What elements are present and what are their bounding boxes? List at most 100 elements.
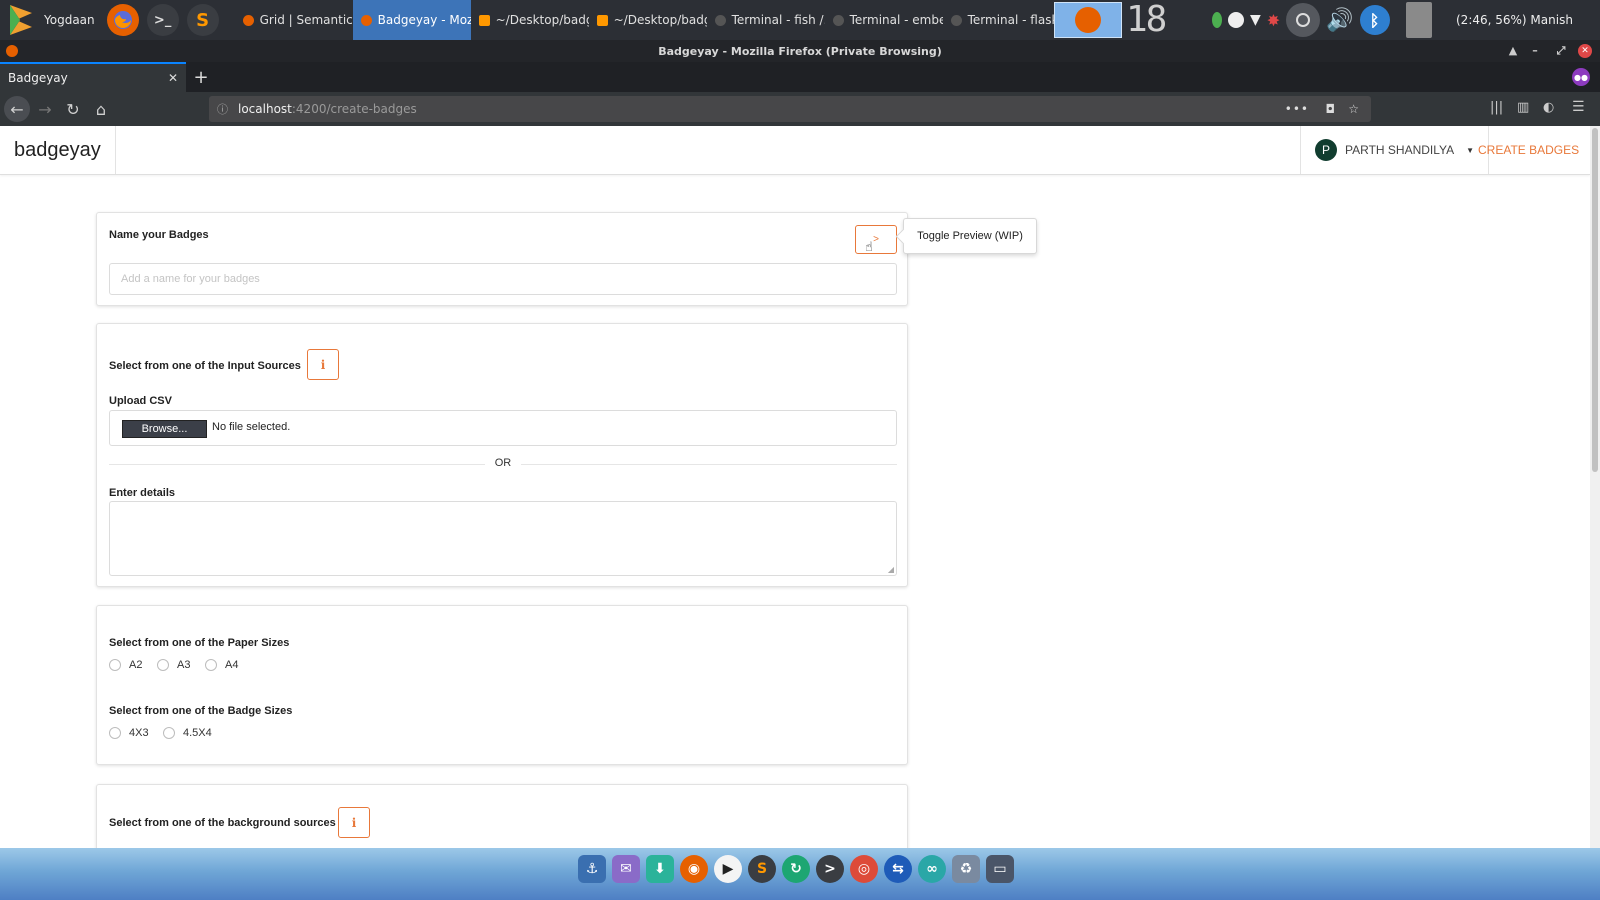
tab-close-icon[interactable]: ✕ (168, 71, 178, 85)
radio-circle[interactable] (163, 727, 175, 739)
launcher[interactable]: Yogdaan (0, 0, 101, 40)
system-top-panel: Yogdaan >_ S Grid | Semantic ... Badgeya… (0, 0, 1600, 67)
terminal-launcher-icon[interactable]: >_ (146, 4, 179, 36)
window-maximize-icon[interactable]: ⤢ (1554, 44, 1568, 58)
task-label: Grid | Semantic ... (259, 13, 353, 27)
pocket-icon[interactable]: ◘ (1326, 102, 1336, 116)
sync-app-icon[interactable]: ↻ (782, 855, 810, 883)
badge-name-input[interactable]: Add a name for your badges (109, 263, 897, 295)
background-sources-card: Select from one of the background source… (96, 784, 908, 848)
record-icon[interactable] (1286, 3, 1321, 37)
extension-icon[interactable]: ◐ (1543, 100, 1554, 115)
radio-circle[interactable] (109, 727, 121, 739)
toggle-preview-button[interactable]: > (855, 225, 897, 254)
battery-icon[interactable] (1405, 2, 1432, 38)
chrome-remote-icon[interactable] (1228, 12, 1244, 28)
library-icon[interactable]: ||| (1490, 100, 1503, 115)
brand-logo[interactable]: badgeyay (0, 126, 116, 174)
clock-widget: 18 (1126, 0, 1167, 40)
terminal-dock-icon[interactable]: > (816, 855, 844, 883)
workspace-preview[interactable] (1054, 2, 1122, 38)
terminal-icon (950, 14, 962, 26)
background-sources-info-button[interactable]: i (338, 807, 370, 838)
url-bar[interactable]: ⓘ localhost :4200/create-badges ••• ◘ ☆ (209, 96, 1371, 122)
details-textarea[interactable]: ◢ (109, 501, 897, 576)
window-close-icon[interactable]: ✕ (1578, 44, 1592, 58)
window-minimize-icon[interactable]: – (1528, 44, 1542, 58)
sublime-icon (596, 14, 608, 26)
radio-paper-a4[interactable]: A4 (205, 659, 238, 671)
launcher-logo-icon (10, 5, 32, 35)
bluetooth-small-icon[interactable] (1212, 12, 1222, 28)
tab-title: Badgeyay (8, 71, 68, 85)
firefox-icon (242, 14, 254, 26)
wifi-icon[interactable]: ▼ (1250, 12, 1261, 28)
window-titlebar: Badgeyay - Mozilla Firefox (Private Brow… (0, 40, 1600, 62)
arduino-app-icon[interactable]: ∞ (918, 855, 946, 883)
scrollbar-thumb[interactable] (1592, 128, 1598, 472)
task-terminal-flask[interactable]: Terminal - flask ... (943, 0, 1061, 40)
firefox-launcher-icon[interactable] (106, 4, 139, 36)
trash-icon[interactable]: ♻ (952, 855, 980, 883)
task-grid-semantic[interactable]: Grid | Semantic ... (235, 0, 353, 40)
radio-badge-4x3[interactable]: 4X3 (109, 727, 149, 739)
browse-button[interactable]: Browse... (122, 420, 207, 438)
mouse-cursor-icon: ☝ (865, 240, 873, 255)
radio-paper-a2[interactable]: A2 (109, 659, 142, 671)
task-sublime-1[interactable]: ~/Desktop/badg... (471, 0, 589, 40)
enter-details-label: Enter details (109, 487, 176, 499)
menu-icon[interactable]: ☰ (1572, 99, 1585, 115)
desktop-app-icon[interactable]: ▭ (986, 855, 1014, 883)
media-player-icon[interactable]: ▶ (714, 855, 742, 883)
chrome-dock-icon[interactable]: ◎ (850, 855, 878, 883)
mail-app-icon[interactable]: ✉ (612, 855, 640, 883)
task-label: ~/Desktop/badg... (613, 13, 707, 27)
task-terminal-fish[interactable]: Terminal - fish /... (707, 0, 825, 40)
volume-icon[interactable]: 🔊 (1326, 8, 1353, 33)
user-menu[interactable]: P PARTH SHANDILYA ▼ (1300, 126, 1490, 174)
info-icon: i (320, 357, 326, 372)
bookmark-star-icon[interactable]: ☆ (1348, 102, 1359, 116)
site-info-icon[interactable]: ⓘ (217, 101, 228, 117)
forward-icon[interactable]: → (32, 96, 58, 122)
or-text: OR (485, 457, 521, 469)
create-badges-link[interactable]: CREATE BADGES (1478, 126, 1579, 174)
firefox-icon (1075, 7, 1101, 33)
task-sublime-2[interactable]: ~/Desktop/badg... (589, 0, 707, 40)
new-tab-icon[interactable]: + (186, 62, 216, 92)
avatar: P (1315, 139, 1337, 161)
firefox-icon (360, 14, 372, 26)
back-icon[interactable]: ← (4, 96, 30, 122)
browser-tabstrip: Badgeyay ✕ + ●● (0, 62, 1600, 92)
radio-badge-4-5x4[interactable]: 4.5X4 (163, 727, 212, 739)
bluetooth-icon[interactable]: ᛒ (1359, 5, 1390, 35)
input-sources-info-button[interactable]: i (307, 349, 339, 380)
task-label: Terminal - fish /... (731, 13, 825, 27)
sublime-dock-icon[interactable]: S (748, 855, 776, 883)
radio-circle[interactable] (205, 659, 217, 671)
anchor-app-icon[interactable]: ⚓ (578, 855, 606, 883)
notification-icon[interactable]: ✸ (1267, 11, 1280, 30)
vpn-app-icon[interactable]: ⇆ (884, 855, 912, 883)
task-badgeyay-firefox[interactable]: Badgeyay - Mozi... (352, 0, 471, 40)
radio-paper-a3[interactable]: A3 (157, 659, 190, 671)
status-text: (2:46, 56%) Manish Devgan (1456, 13, 1573, 67)
sublime-launcher-icon[interactable]: S (186, 4, 219, 36)
reload-icon[interactable]: ↻ (60, 96, 86, 122)
firefox-dock-icon[interactable]: ◉ (680, 855, 708, 883)
browser-tab[interactable]: Badgeyay ✕ (0, 62, 186, 92)
name-badges-card: Name your Badges > Add a name for your b… (96, 212, 908, 306)
radio-circle[interactable] (157, 659, 169, 671)
page-scrollbar[interactable] (1590, 126, 1600, 848)
system-tray: ▼ ✸ 🔊 ᛒ (1212, 0, 1432, 40)
window-shade-icon[interactable]: ▲ (1506, 44, 1520, 58)
radio-circle[interactable] (109, 659, 121, 671)
task-terminal-ember[interactable]: Terminal - ember... (825, 0, 943, 40)
resize-handle-icon[interactable]: ◢ (888, 565, 894, 574)
page-actions-icon[interactable]: ••• (1285, 102, 1309, 116)
sidebar-icon[interactable]: ▥ (1517, 100, 1529, 115)
home-icon[interactable]: ⌂ (88, 96, 114, 122)
download-app-icon[interactable]: ⬇ (646, 855, 674, 883)
url-path: :4200/create-badges (291, 102, 417, 116)
csv-file-input[interactable]: Browse... No file selected. (109, 410, 897, 446)
